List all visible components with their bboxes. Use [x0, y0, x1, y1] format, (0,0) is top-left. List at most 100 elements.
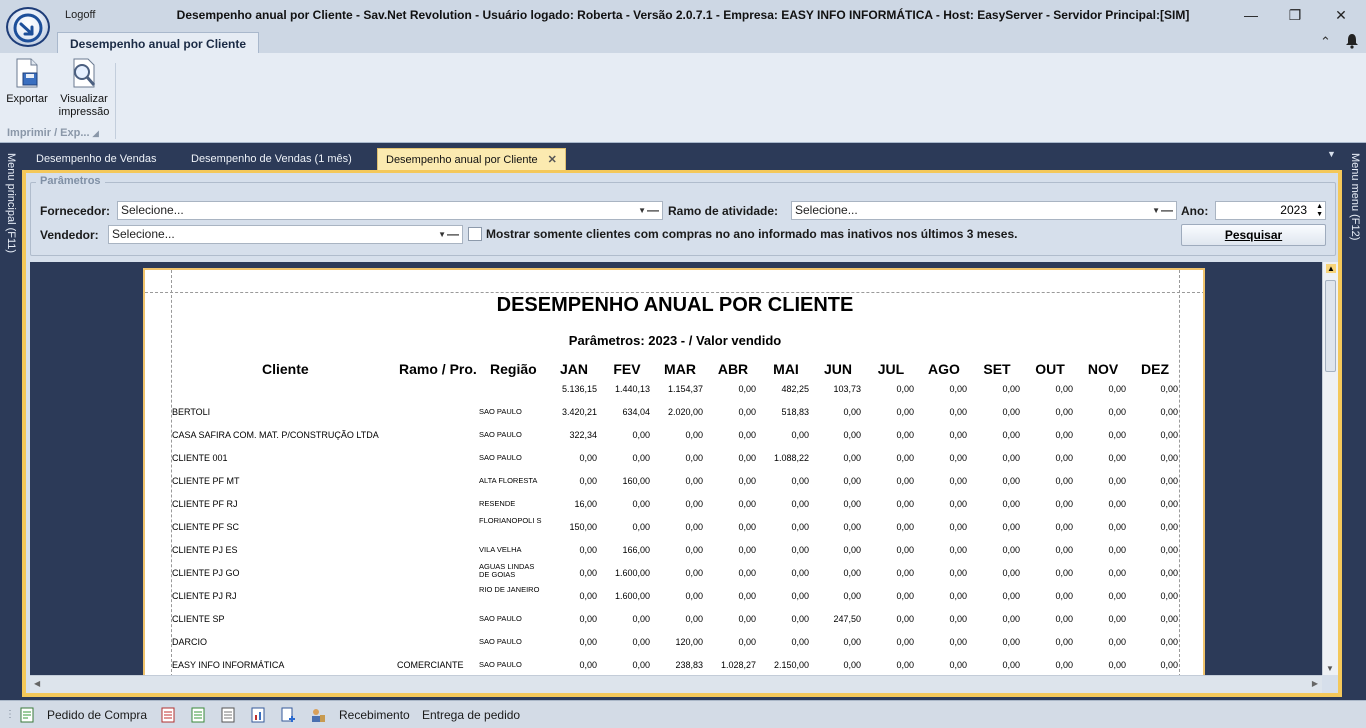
restore-icon[interactable]: ❐	[1280, 4, 1310, 26]
header-regiao: Região	[490, 361, 537, 377]
document-list-icon[interactable]	[220, 707, 236, 723]
spin-down-icon[interactable]: ▼	[1316, 211, 1323, 219]
ano-spinner[interactable]: 2023 ▲ ▼	[1215, 201, 1326, 220]
chevron-down-icon[interactable]: ▼	[438, 226, 446, 243]
ramo-combo[interactable]: Selecione... ▼ —	[791, 201, 1177, 220]
row-value: 0,00	[685, 614, 703, 624]
params-legend: Parâmetros	[36, 175, 105, 187]
clear-icon[interactable]: —	[1161, 202, 1173, 219]
row-value: 1.028,27	[720, 660, 756, 670]
recebimento-link[interactable]: Recebimento	[339, 708, 410, 722]
row-value: 238,83	[675, 660, 703, 670]
scroll-down-icon[interactable]: ▼	[1326, 664, 1334, 673]
notification-bell-icon[interactable]	[1344, 33, 1360, 52]
side-menu-panel[interactable]: Menu menu (F12)	[1342, 143, 1366, 698]
ribbon-collapse-icon[interactable]: ⌃	[1320, 34, 1331, 50]
row-value: 0,00	[632, 430, 650, 440]
row-value: 0,00	[949, 430, 967, 440]
side-menu-label[interactable]: Menu menu (F12)	[1349, 153, 1361, 240]
main-menu-label[interactable]: Menu principal (F11)	[5, 153, 17, 253]
row-value: 0,00	[949, 522, 967, 532]
row-value: 0,00	[685, 430, 703, 440]
chevron-down-icon[interactable]: ▼	[638, 202, 646, 219]
row-cliente: CLIENTE PF SC	[172, 522, 240, 532]
window-title: Desempenho anual por Cliente - Sav.Net R…	[176, 8, 1190, 22]
ribbon-tab-strip: Desempenho anual por Cliente	[0, 30, 1366, 54]
scroll-thumb[interactable]	[1325, 280, 1336, 372]
chart-doc-icon[interactable]	[250, 707, 266, 723]
logoff-link[interactable]: Logoff	[65, 9, 95, 21]
main-menu-panel[interactable]: Menu principal (F11)	[0, 143, 22, 698]
row-value: 0,00	[1055, 568, 1073, 578]
row-value: 0,00	[1160, 660, 1178, 670]
row-value: 0,00	[738, 545, 756, 555]
ano-label: Ano:	[1181, 204, 1209, 218]
row-value: 0,00	[1160, 453, 1178, 463]
header-month-fev: FEV	[613, 361, 641, 377]
row-value: 0,00	[1002, 660, 1020, 670]
scroll-right-icon[interactable]: ▶	[1312, 679, 1318, 688]
row-value: 0,00	[843, 522, 861, 532]
row-value: 0,00	[896, 522, 914, 532]
receiving-icon[interactable]	[310, 707, 326, 723]
inativos-checkbox[interactable]	[468, 227, 482, 241]
row-value: 0,00	[579, 453, 597, 463]
row-value: 0,00	[1055, 614, 1073, 624]
row-value: 0,00	[632, 522, 650, 532]
entrega-pedido-link[interactable]: Entrega de pedido	[422, 708, 520, 722]
total-cell: 0,00	[1055, 384, 1073, 394]
pesquisar-button[interactable]: Pesquisar	[1181, 224, 1326, 246]
close-tab-icon[interactable]: ✕	[548, 154, 557, 166]
clear-icon[interactable]: —	[647, 202, 659, 219]
total-cell: 5.136,15	[561, 384, 597, 394]
add-document-icon[interactable]	[280, 707, 296, 723]
ano-value: 2023	[1280, 203, 1307, 217]
chevron-down-icon[interactable]: ▼	[1152, 202, 1160, 219]
row-value: 0,00	[1108, 522, 1126, 532]
print-preview-button[interactable]: Visualizar impressão	[56, 57, 112, 119]
total-cell: 0,00	[1002, 384, 1020, 394]
title-bar: Logoff Desempenho anual por Cliente - Sa…	[0, 0, 1366, 30]
purchase-order-icon[interactable]	[19, 707, 35, 723]
horizontal-scrollbar[interactable]: ◀ ▶	[30, 675, 1322, 693]
report-red-icon[interactable]	[160, 707, 176, 723]
tab-desempenho-vendas-1-mes[interactable]: Desempenho de Vendas (1 mês)	[183, 148, 360, 170]
scroll-up-icon[interactable]: ▲	[1326, 264, 1336, 273]
row-value: 120,00	[675, 637, 703, 647]
clear-icon[interactable]: —	[447, 226, 459, 243]
vendedor-label: Vendedor:	[40, 228, 99, 242]
row-value: 150,00	[569, 522, 597, 532]
row-value: 3.420,21	[561, 407, 597, 417]
row-regiao: SAO PAULO	[479, 453, 522, 462]
vertical-scrollbar[interactable]: ▲ ▼	[1322, 262, 1338, 675]
scroll-left-icon[interactable]: ◀	[34, 679, 40, 688]
row-value: 0,00	[949, 637, 967, 647]
row-value: 322,34	[569, 430, 597, 440]
row-value: 1.088,22	[773, 453, 809, 463]
row-value: 0,00	[1055, 591, 1073, 601]
pedido-compra-link[interactable]: Pedido de Compra	[47, 708, 147, 722]
fornecedor-value: Selecione...	[121, 203, 184, 217]
tab-desempenho-vendas[interactable]: Desempenho de Vendas	[28, 148, 164, 170]
app-menu-button[interactable]	[6, 7, 50, 47]
close-icon[interactable]: ✕	[1326, 4, 1356, 26]
tab-overflow-icon[interactable]: ▼	[1327, 149, 1336, 159]
header-month-set: SET	[983, 361, 1011, 377]
tab-desempenho-anual-cliente[interactable]: Desempenho anual por Cliente ✕	[377, 148, 566, 170]
spin-up-icon[interactable]: ▲	[1316, 203, 1323, 211]
row-value: 0,00	[738, 499, 756, 509]
row-regiao: RESENDE	[479, 499, 516, 508]
preview-label-2: impressão	[58, 106, 110, 118]
vendedor-combo[interactable]: Selecione... ▼ —	[108, 225, 463, 244]
print-preview-icon	[73, 58, 96, 88]
header-ramo: Ramo / Pro.	[399, 361, 477, 377]
fornecedor-combo[interactable]: Selecione... ▼ —	[117, 201, 663, 220]
ribbon-group-separator	[115, 63, 116, 139]
report-green-icon[interactable]	[190, 707, 206, 723]
row-value: 0,00	[896, 407, 914, 417]
row-value: 0,00	[632, 637, 650, 647]
export-button[interactable]: Exportar	[4, 57, 50, 106]
header-month-jun: JUN	[823, 361, 852, 377]
minimize-icon[interactable]: —	[1236, 4, 1266, 26]
ribbon-tab-desempenho[interactable]: Desempenho anual por Cliente	[57, 32, 260, 54]
